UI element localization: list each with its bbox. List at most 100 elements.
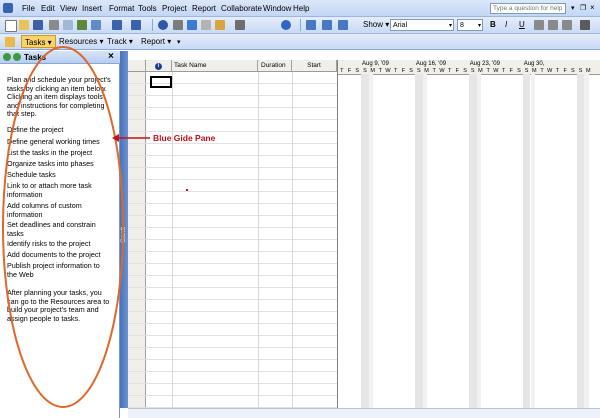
column-header-task-name[interactable]: Task Name	[172, 60, 258, 72]
gantt-day-label: T	[501, 68, 506, 74]
table-row[interactable]	[128, 252, 337, 264]
gantt-day-label: M	[424, 68, 429, 74]
underline-button[interactable]: U	[516, 18, 528, 31]
help-search-input[interactable]	[490, 3, 566, 14]
horizontal-scrollbar[interactable]	[128, 408, 600, 418]
table-row[interactable]	[128, 180, 337, 192]
align-right-icon[interactable]	[562, 20, 572, 30]
menu-collaborate[interactable]: Collaborate	[221, 4, 262, 13]
gantt-week-label: Aug 30,	[523, 61, 545, 67]
column-header-id[interactable]	[128, 60, 146, 72]
open-icon[interactable]	[19, 20, 29, 30]
table-row[interactable]	[128, 348, 337, 360]
gantt-day-label: M	[370, 68, 375, 74]
table-row[interactable]	[128, 384, 337, 396]
table-row[interactable]	[128, 204, 337, 216]
gantt-day-label: S	[417, 68, 421, 74]
toolbar-options-icon[interactable]: ▾	[177, 38, 181, 46]
annotation-dot	[186, 189, 188, 191]
menu-tools[interactable]: Tools	[138, 4, 157, 13]
print-icon[interactable]	[49, 20, 59, 30]
column-header-duration[interactable]: Duration	[258, 60, 292, 72]
menu-project[interactable]: Project	[162, 4, 187, 13]
annotation-label: Blue Gide Pane	[153, 133, 216, 143]
link-icon[interactable]	[158, 20, 168, 30]
weekend-shade	[522, 74, 531, 408]
menu-report[interactable]: Report	[192, 4, 216, 13]
table-row[interactable]	[128, 96, 337, 108]
preview-icon[interactable]	[63, 20, 73, 30]
table-row[interactable]	[128, 156, 337, 168]
more-icon[interactable]	[580, 20, 590, 30]
table-row[interactable]	[128, 312, 337, 324]
menu-window[interactable]: Window	[263, 4, 291, 13]
weekend-shade	[368, 74, 374, 408]
research-icon[interactable]	[91, 20, 101, 30]
redo-icon[interactable]	[131, 20, 141, 30]
outdent-icon[interactable]	[322, 20, 332, 30]
gantt-day-label: T	[394, 68, 398, 74]
task-info-icon[interactable]	[187, 20, 197, 30]
menu-help[interactable]: Help	[293, 4, 309, 13]
annotation-arrow	[112, 134, 150, 142]
menu-format[interactable]: Format	[109, 4, 134, 13]
menu-insert[interactable]: Insert	[82, 4, 102, 13]
save-icon[interactable]	[33, 20, 43, 30]
move-right-icon[interactable]	[338, 20, 348, 30]
bold-button[interactable]: B	[487, 18, 499, 31]
table-row[interactable]	[128, 276, 337, 288]
menu-view[interactable]: View	[60, 4, 77, 13]
indent-icon[interactable]	[306, 20, 316, 30]
align-left-icon[interactable]	[534, 20, 544, 30]
notes-icon[interactable]	[201, 20, 211, 30]
split-icon[interactable]	[173, 20, 183, 30]
report-button[interactable]: Report ▾	[138, 35, 174, 48]
gantt-chart[interactable]: T F S S M T W T F S S M T W T F S S M T W T F S S M T W T F S S M Aug 9, …	[337, 60, 600, 408]
weekend-shade	[361, 74, 369, 408]
standard-toolbar: Show ▾ Arial ▾ 8 ▾ B I U	[0, 17, 600, 34]
table-row[interactable]	[128, 324, 337, 336]
assign-icon[interactable]	[215, 20, 225, 30]
show-dropdown[interactable]: Show ▾	[360, 18, 392, 31]
font-dropdown[interactable]: Arial ▾	[390, 19, 454, 31]
group-icon[interactable]	[235, 20, 245, 30]
gantt-day-label: W	[547, 68, 553, 74]
table-row[interactable]	[128, 372, 337, 384]
new-icon[interactable]	[5, 20, 17, 32]
table-row[interactable]	[128, 336, 337, 348]
gantt-day-label: T	[555, 68, 560, 74]
column-header-start[interactable]: Start	[292, 60, 337, 72]
selected-cell[interactable]	[150, 76, 172, 88]
table-row[interactable]	[128, 288, 337, 300]
annotation-oval	[2, 46, 124, 408]
table-row[interactable]	[128, 216, 337, 228]
column-header-indicators[interactable]: i	[146, 60, 172, 72]
weekend-shade	[422, 74, 428, 408]
table-row[interactable]	[128, 192, 337, 204]
help-icon[interactable]	[281, 20, 291, 30]
table-row[interactable]	[128, 168, 337, 180]
menu-file[interactable]: File	[22, 4, 35, 13]
gantt-day-label: T	[540, 68, 544, 74]
minimize-icon[interactable]: ▾	[571, 4, 575, 12]
gantt-day-label: S	[355, 68, 360, 74]
table-row[interactable]	[128, 108, 337, 120]
table-row[interactable]	[128, 228, 337, 240]
font-size-dropdown[interactable]: 8 ▾	[457, 19, 483, 31]
restore-icon[interactable]: ❐	[580, 4, 586, 12]
spelling-icon[interactable]	[77, 20, 87, 30]
table-row[interactable]	[128, 120, 337, 132]
undo-icon[interactable]	[112, 20, 122, 30]
table-row[interactable]	[128, 360, 337, 372]
table-row[interactable]	[128, 240, 337, 252]
menu-edit[interactable]: Edit	[41, 4, 55, 13]
table-row[interactable]	[128, 300, 337, 312]
align-center-icon[interactable]	[548, 20, 558, 30]
app-icon[interactable]	[3, 3, 13, 13]
close-icon[interactable]: ×	[590, 3, 595, 12]
italic-button[interactable]: I	[502, 18, 510, 31]
table-row[interactable]	[128, 144, 337, 156]
table-row[interactable]	[128, 264, 337, 276]
table-row[interactable]	[128, 396, 337, 408]
gantt-day-label: F	[509, 68, 513, 74]
